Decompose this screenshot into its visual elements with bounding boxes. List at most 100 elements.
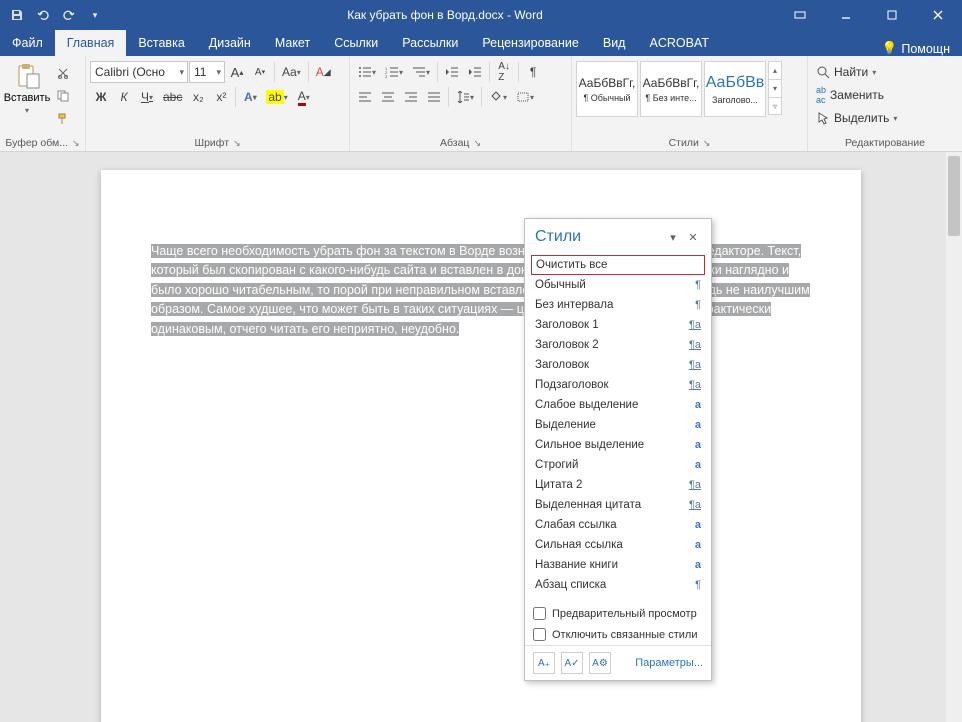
change-case-button[interactable]: Aa xyxy=(278,61,305,83)
undo-button[interactable] xyxy=(32,4,54,26)
tab-mailings[interactable]: Рассылки xyxy=(390,30,470,56)
tab-file[interactable]: Файл xyxy=(0,30,55,56)
styles-pane-options[interactable]: ▾ xyxy=(663,227,683,247)
underline-button[interactable]: Ч xyxy=(136,86,158,108)
styles-pane-close[interactable]: ✕ xyxy=(683,227,703,247)
sort-button[interactable]: A↓Z xyxy=(493,61,515,83)
disable-linked-checkbox-input[interactable] xyxy=(533,628,546,641)
bold-button[interactable]: Ж xyxy=(90,86,112,108)
borders-button[interactable] xyxy=(512,86,538,108)
highlight-button[interactable]: ab xyxy=(262,86,291,108)
new-style-button[interactable]: A₊ xyxy=(533,652,555,674)
shading-button[interactable] xyxy=(485,86,511,108)
style-item[interactable]: Очистить все xyxy=(531,255,705,275)
preview-checkbox[interactable]: Предварительный просмотр xyxy=(525,603,711,624)
disable-linked-checkbox[interactable]: Отключить связанные стили xyxy=(525,624,711,645)
subscript-button[interactable]: x₂ xyxy=(187,86,209,108)
paste-button[interactable]: Вставить ▾ xyxy=(4,58,50,115)
text-effects-button[interactable]: A xyxy=(239,86,261,108)
decrease-indent-button[interactable] xyxy=(441,61,463,83)
font-size-combo[interactable]: 11 xyxy=(189,61,225,83)
format-painter-button[interactable] xyxy=(52,108,74,130)
strike-button[interactable]: abc xyxy=(159,86,186,108)
styles-scroll-up[interactable]: ▴ xyxy=(768,61,782,79)
select-button[interactable]: Выделить xyxy=(812,107,901,129)
style-item-mark: ¶a xyxy=(685,499,701,511)
preview-checkbox-input[interactable] xyxy=(533,607,546,620)
style-item[interactable]: Название книгиa xyxy=(531,555,705,575)
style-item[interactable]: Слабая ссылкаa xyxy=(531,515,705,535)
scroll-thumb[interactable] xyxy=(948,156,960,236)
grow-font-button[interactable]: A▴ xyxy=(226,61,248,83)
tab-insert[interactable]: Вставка xyxy=(126,30,196,56)
style-item[interactable]: Выделенная цитата¶a xyxy=(531,495,705,515)
font-name-combo[interactable]: Calibri (Осно xyxy=(90,61,188,83)
close-button[interactable] xyxy=(916,0,960,30)
align-right-button[interactable] xyxy=(400,86,422,108)
qat-customize[interactable]: ▾ xyxy=(84,4,106,26)
bullets-button[interactable] xyxy=(354,61,380,83)
paragraph-launcher[interactable]: ↘ xyxy=(473,138,481,149)
justify-button[interactable] xyxy=(423,86,445,108)
ribbon-display-button[interactable] xyxy=(778,0,822,30)
font-color-button[interactable]: A xyxy=(293,86,315,108)
style-item[interactable]: Цитата 2¶a xyxy=(531,475,705,495)
tell-me[interactable]: 💡 Помощн xyxy=(882,41,950,56)
styles-scroll-down[interactable]: ▾ xyxy=(768,79,782,97)
align-left-button[interactable] xyxy=(354,86,376,108)
font-launcher[interactable]: ↘ xyxy=(233,138,241,149)
italic-button[interactable]: К xyxy=(113,86,135,108)
style-item[interactable]: Заголовок 2¶a xyxy=(531,335,705,355)
find-button[interactable]: Найти xyxy=(812,61,901,83)
show-marks-button[interactable]: ¶ xyxy=(522,61,544,83)
style-nospacing[interactable]: АаБбВвГг, ¶ Без инте... xyxy=(640,61,702,117)
style-item-name: Обычный xyxy=(535,279,685,291)
styles-launcher[interactable]: ↘ xyxy=(703,138,711,149)
style-item[interactable]: Абзац списка¶ xyxy=(531,575,705,595)
increase-indent-button[interactable] xyxy=(464,61,486,83)
tab-acrobat[interactable]: ACROBAT xyxy=(637,30,721,56)
manage-styles-button[interactable]: A⚙ xyxy=(589,652,611,674)
tab-home[interactable]: Главная xyxy=(55,30,127,56)
tab-design[interactable]: Дизайн xyxy=(197,30,263,56)
redo-button[interactable] xyxy=(58,4,80,26)
align-center-button[interactable] xyxy=(377,86,399,108)
tab-view[interactable]: Вид xyxy=(591,30,638,56)
copy-button[interactable] xyxy=(52,85,74,107)
style-inspector-button[interactable]: A✓ xyxy=(561,652,583,674)
styles-expand[interactable]: ▿ xyxy=(768,97,782,115)
numbering-button[interactable]: 123 xyxy=(381,61,407,83)
minimize-button[interactable] xyxy=(824,0,868,30)
line-spacing-button[interactable] xyxy=(452,86,478,108)
style-item[interactable]: Сильная ссылкаa xyxy=(531,535,705,555)
style-item[interactable]: Подзаголовок¶a xyxy=(531,375,705,395)
style-item[interactable]: Сильное выделениеa xyxy=(531,435,705,455)
page[interactable]: Чаще всего необходимость убрать фон за т… xyxy=(101,170,861,722)
paste-label: Вставить xyxy=(4,92,51,104)
style-item[interactable]: Заголовок 1¶a xyxy=(531,315,705,335)
shrink-font-button[interactable]: A▾ xyxy=(249,61,271,83)
replace-button[interactable]: abac Заменить xyxy=(812,84,901,106)
tab-review[interactable]: Рецензирование xyxy=(470,30,591,56)
style-item[interactable]: Выделениеa xyxy=(531,415,705,435)
style-item[interactable]: Заголовок¶a xyxy=(531,355,705,375)
style-normal[interactable]: АаБбВвГг, ¶ Обычный xyxy=(576,61,638,117)
tab-layout[interactable]: Макет xyxy=(263,30,322,56)
multilevel-button[interactable] xyxy=(408,61,434,83)
superscript-button[interactable]: x² xyxy=(210,86,232,108)
vertical-scrollbar[interactable] xyxy=(946,152,962,722)
style-item[interactable]: Обычный¶ xyxy=(531,275,705,295)
clear-formatting-button[interactable]: A◢ xyxy=(312,61,335,83)
style-item[interactable]: Без интервала¶ xyxy=(531,295,705,315)
save-button[interactable] xyxy=(6,4,28,26)
styles-params-link[interactable]: Параметры... xyxy=(635,657,703,669)
style-heading1[interactable]: АаБбВв Заголово... xyxy=(704,61,766,117)
style-item[interactable]: Слабое выделениеa xyxy=(531,395,705,415)
chevron-down-icon: ▾ xyxy=(25,106,29,115)
maximize-button[interactable] xyxy=(870,0,914,30)
tab-references[interactable]: Ссылки xyxy=(322,30,390,56)
styles-pane-header[interactable]: Стили ▾ ✕ xyxy=(525,219,711,255)
cut-button[interactable] xyxy=(52,62,74,84)
style-item[interactable]: Строгийa xyxy=(531,455,705,475)
clipboard-launcher[interactable]: ↘ xyxy=(72,138,80,149)
